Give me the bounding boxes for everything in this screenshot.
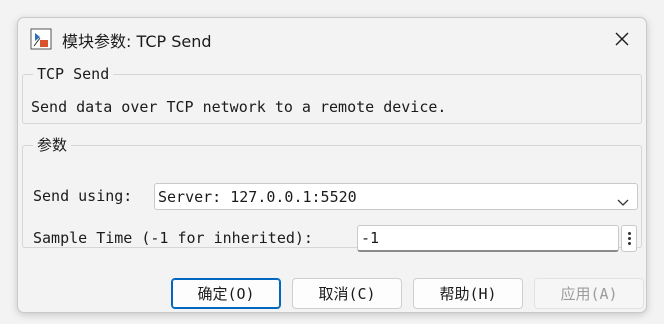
simulink-block-icon <box>30 28 52 50</box>
close-icon[interactable] <box>604 23 640 55</box>
apply-button[interactable]: 应用(A) <box>534 278 644 309</box>
sample-time-label: Sample Time (-1 for inherited): <box>33 229 313 247</box>
send-using-dropdown[interactable]: Server: 127.0.0.1:5520 <box>154 183 638 210</box>
block-parameters-dialog: 模块参数: TCP Send TCP Send Send data over T… <box>17 17 647 313</box>
send-using-label: Send using: <box>33 187 133 205</box>
help-button[interactable]: 帮助(H) <box>413 278 523 309</box>
send-using-value: Server: 127.0.0.1:5520 <box>158 188 357 206</box>
block-info-group: TCP Send Send data over TCP network to a… <box>22 65 642 124</box>
block-description: Send data over TCP network to a remote d… <box>31 98 447 116</box>
parameters-group: 参数 Send using: Server: 127.0.0.1:5520 Sa… <box>22 136 642 252</box>
window-title: 模块参数: TCP Send <box>62 32 212 51</box>
chevron-down-icon <box>617 192 629 211</box>
ok-button[interactable]: 确定(O) <box>171 278 281 309</box>
cancel-button[interactable]: 取消(C) <box>292 278 402 309</box>
parameters-title: 参数 <box>33 136 72 154</box>
sample-time-input[interactable] <box>357 225 619 252</box>
block-info-title: TCP Send <box>33 65 114 83</box>
title-bar: 模块参数: TCP Send <box>18 18 646 60</box>
kebab-menu-icon[interactable] <box>621 225 637 252</box>
